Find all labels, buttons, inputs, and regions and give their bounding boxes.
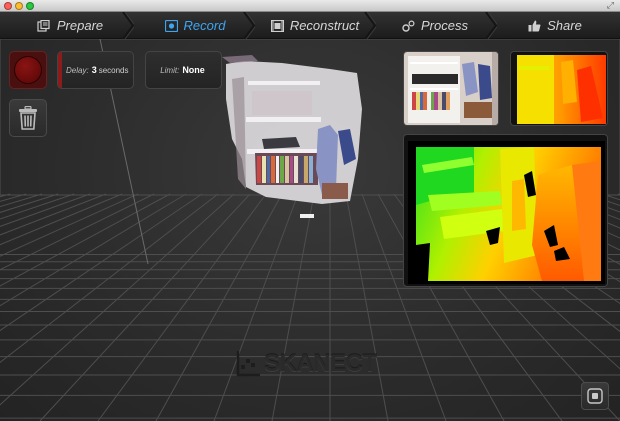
skanect-logo: SKANECT [236,350,377,378]
grid-line [0,193,219,363]
tab-reconstruct[interactable]: Reconstruct [260,12,370,39]
grid-line [0,193,187,307]
depth-preview-image [408,141,605,284]
process-icon [402,19,415,32]
depth-preview[interactable] [403,134,608,287]
close-window-icon[interactable] [4,2,12,10]
tab-prepare[interactable]: Prepare [20,12,120,39]
reconstruct-icon [270,19,284,32]
reset-view-icon [587,388,603,404]
tab-label: Record [183,18,226,33]
skanect-logo-icon [236,351,260,377]
record-button[interactable] [9,51,47,89]
grid-line [0,193,203,332]
delay-setting[interactable]: Delay: 3 seconds [57,51,134,89]
tab-label: Share [547,18,582,33]
delay-value: 3 [91,65,97,75]
limit-value: None [182,65,205,75]
grid-line [0,193,91,227]
tab-separator [122,12,134,39]
record-icon [14,56,42,84]
reset-view-button[interactable] [581,382,609,410]
grid-line [0,193,43,208]
skanect-logo-text: SKANECT [264,350,377,377]
depth-camera-view[interactable] [510,51,608,126]
prepare-icon [37,19,50,32]
delay-indicator [58,52,62,88]
rgb-camera-view[interactable] [403,51,499,126]
fullscreen-icon[interactable]: ⤢ [607,0,614,12]
grid-line [97,193,267,421]
grid-line [0,193,235,406]
tab-label: Reconstruct [289,18,360,33]
tab-separator [485,12,497,39]
grid-line [213,193,299,421]
grid-line [0,193,27,202]
tab-record[interactable]: Record [145,12,245,39]
minimize-window-icon[interactable] [15,2,23,10]
grid-line [0,193,11,198]
grid-line [271,193,315,421]
limit-setting[interactable]: Limit: None [145,51,222,89]
zoom-window-icon[interactable] [26,2,34,10]
tab-process[interactable]: Process [385,12,485,39]
depth-camera-image [514,55,606,124]
delete-recording-button[interactable] [9,99,47,137]
rgb-camera-image [404,52,498,125]
tab-label: Process [421,18,468,33]
delay-label: Delay: [66,65,89,75]
grid-line [0,193,155,271]
title-bar: ⤢ [0,0,620,12]
tab-label: Prepare [56,18,104,33]
limit-label: Limit: [160,65,180,75]
record-icon [164,19,178,32]
grid-line [0,193,107,236]
grid-line [0,193,139,257]
trash-icon [19,106,37,130]
grid-line [0,193,59,213]
workflow-tab-bar: Prepare Record Reconstruct Process Share [0,12,620,39]
grid-line [345,193,389,421]
skanect-window: ⤢ Prepare Record Reconstruct Process Sha… [0,0,620,421]
thumbs-up-icon [528,20,541,31]
delay-unit: seconds [98,65,129,75]
tab-share[interactable]: Share [505,12,605,39]
